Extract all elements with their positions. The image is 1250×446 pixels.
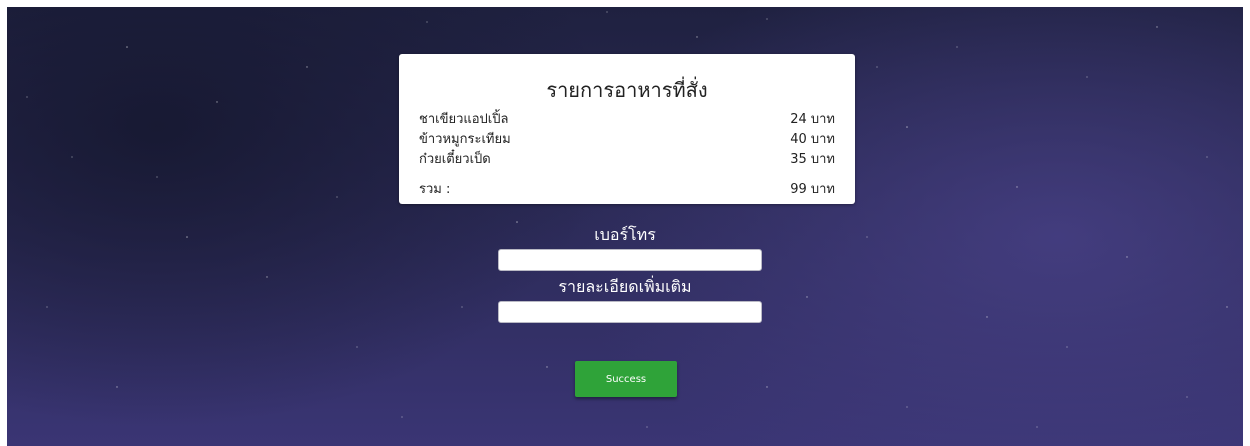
order-item-row: ก๋วยเตี๋ยวเป็ด 35 บาท bbox=[419, 148, 835, 170]
order-item-price: 40 บาท bbox=[790, 132, 835, 147]
order-item-name: ชาเขียวแอปเปิ้ล bbox=[419, 112, 509, 127]
order-item-row: ข้าวหมูกระเทียม 40 บาท bbox=[419, 128, 835, 150]
order-item-row: ชาเขียวแอปเปิ้ล 24 บาท bbox=[419, 108, 835, 130]
phone-label: เบอร์โทร bbox=[594, 225, 656, 244]
order-summary-title: รายการอาหารที่สั่ง bbox=[546, 78, 708, 102]
order-item-price: 35 บาท bbox=[790, 152, 835, 167]
phone-input[interactable] bbox=[498, 249, 762, 271]
details-input[interactable] bbox=[498, 301, 762, 323]
page-background: รายการอาหารที่สั่ง ชาเขียวแอปเปิ้ล 24 บา… bbox=[7, 7, 1243, 446]
success-button[interactable]: Success bbox=[575, 361, 677, 397]
order-summary-card: รายการอาหารที่สั่ง ชาเขียวแอปเปิ้ล 24 บา… bbox=[399, 54, 855, 204]
order-total-row: รวม : 99 บาท bbox=[419, 178, 835, 200]
order-total-label: รวม : bbox=[419, 182, 451, 197]
order-item-price: 24 บาท bbox=[790, 112, 835, 127]
order-total-value: 99 บาท bbox=[790, 182, 835, 197]
details-label: รายละเอียดเพิ่มเติม bbox=[558, 277, 692, 296]
order-item-name: ข้าวหมูกระเทียม bbox=[419, 132, 511, 147]
order-item-name: ก๋วยเตี๋ยวเป็ด bbox=[419, 152, 491, 167]
